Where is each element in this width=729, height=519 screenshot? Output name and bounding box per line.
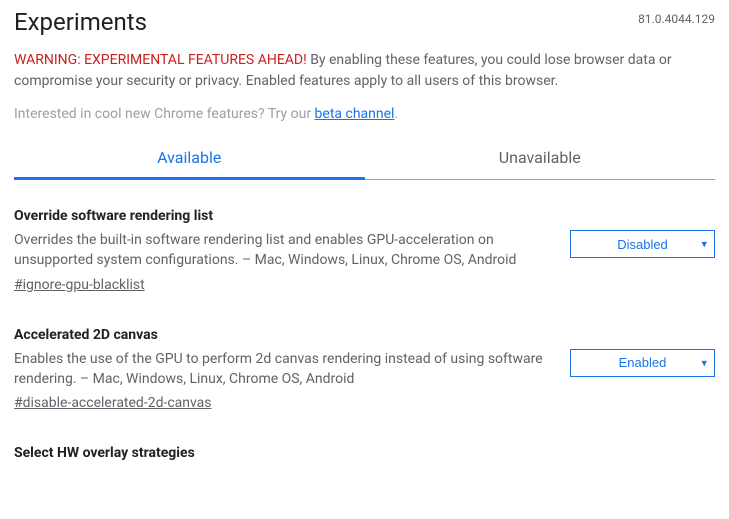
- flag-state-select[interactable]: Enabled: [570, 349, 715, 377]
- tabs: Available Unavailable: [14, 138, 715, 180]
- flag-title: Select HW overlay strategies: [14, 445, 697, 461]
- flag-title: Override software rendering list: [14, 208, 552, 224]
- flag-item: Override software rendering list Overrid…: [14, 208, 715, 293]
- interested-line: Interested in cool new Chrome features? …: [14, 106, 715, 122]
- flag-item: Accelerated 2D canvas Enables the use of…: [14, 327, 715, 412]
- page-title: Experiments: [14, 8, 147, 36]
- flag-description: Enables the use of the GPU to perform 2d…: [14, 349, 552, 390]
- tab-available[interactable]: Available: [14, 138, 365, 179]
- interested-suffix: .: [394, 106, 398, 122]
- flag-item: Select HW overlay strategies: [14, 445, 715, 467]
- flag-description: Overrides the built-in software renderin…: [14, 230, 552, 271]
- interested-prefix: Interested in cool new Chrome features? …: [14, 106, 315, 122]
- beta-channel-link[interactable]: beta channel: [315, 106, 395, 122]
- flag-select-wrap: Enabled: [570, 349, 715, 377]
- warning-block: WARNING: EXPERIMENTAL FEATURES AHEAD! By…: [14, 50, 715, 92]
- flag-select-wrap: Disabled: [570, 230, 715, 258]
- flag-state-select[interactable]: Disabled: [570, 230, 715, 258]
- flag-hash-link[interactable]: #ignore-gpu-blacklist: [14, 277, 145, 293]
- version-label: 81.0.4044.129: [638, 12, 715, 26]
- tab-unavailable[interactable]: Unavailable: [365, 138, 716, 179]
- flag-title: Accelerated 2D canvas: [14, 327, 552, 343]
- flag-hash-link[interactable]: #disable-accelerated-2d-canvas: [14, 395, 212, 411]
- warning-label: WARNING: EXPERIMENTAL FEATURES AHEAD!: [14, 52, 307, 68]
